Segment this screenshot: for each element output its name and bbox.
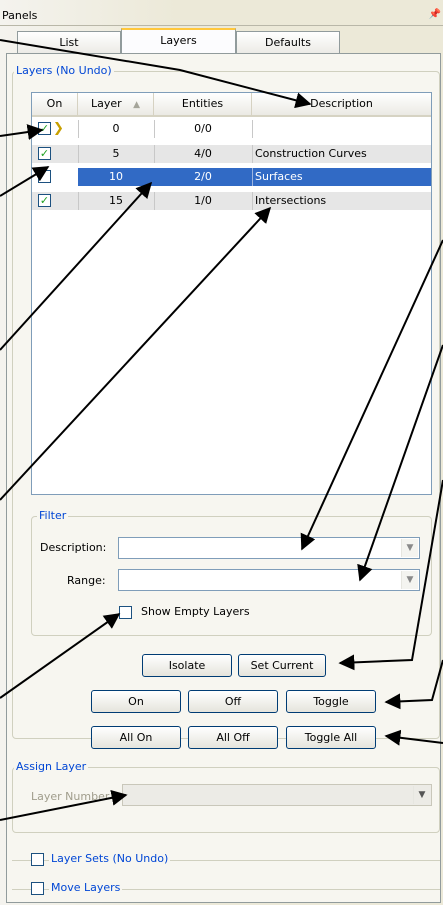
move-layers-checkbox[interactable] — [31, 882, 44, 895]
layer-on-checkbox[interactable] — [38, 170, 51, 183]
all-off-button[interactable]: All Off — [188, 726, 278, 749]
description-filter-combo[interactable]: ▼ — [118, 537, 420, 559]
table-row[interactable]: ✓ ❯ 0 0/0 — [32, 120, 431, 138]
description-cell: Surfaces — [255, 170, 303, 183]
pin-icon[interactable]: 📌 — [429, 9, 441, 20]
current-layer-icon: ❯ — [53, 121, 64, 136]
column-header-layer[interactable]: Layer ▲ — [78, 93, 154, 117]
show-empty-layers-label: Show Empty Layers — [141, 605, 250, 618]
panel-titlebar: Panels 📌 — [0, 8, 443, 26]
off-button[interactable]: Off — [188, 690, 278, 713]
table-row[interactable]: 10 2/0 Surfaces — [32, 168, 431, 186]
table-row[interactable]: ✓ 15 1/0 Intersections — [32, 192, 431, 210]
table-row[interactable]: ✓ 5 4/0 Construction Curves — [32, 145, 431, 163]
layer-cell: 0 — [112, 122, 120, 135]
assign-layer-title: Assign Layer — [14, 760, 89, 773]
tab-defaults[interactable]: Defaults — [236, 31, 340, 53]
description-cell — [252, 120, 434, 138]
on-button[interactable]: On — [91, 690, 181, 713]
description-cell: Intersections — [255, 194, 327, 207]
layer-cell: 10 — [109, 170, 123, 183]
chevron-down-icon[interactable]: ▼ — [401, 539, 418, 557]
all-on-button[interactable]: All On — [91, 726, 181, 749]
tab-list[interactable]: List — [17, 31, 121, 53]
entities-cell: 1/0 — [194, 194, 212, 207]
chevron-down-icon[interactable]: ▼ — [401, 571, 418, 589]
layer-on-checkbox[interactable]: ✓ — [38, 122, 51, 135]
layer-cell: 5 — [112, 147, 120, 160]
chevron-down-icon[interactable]: ▼ — [413, 786, 430, 804]
entities-cell: 2/0 — [194, 170, 212, 183]
move-layers-label[interactable]: Move Layers — [49, 881, 123, 894]
panel-title: Panels — [2, 9, 38, 22]
layer-on-checkbox[interactable]: ✓ — [38, 147, 51, 160]
layer-cell: 15 — [109, 194, 123, 207]
layer-number-label: Layer Number — [31, 790, 110, 803]
entities-cell: 4/0 — [194, 147, 212, 160]
layers-list[interactable]: On Layer ▲ Entities Description ✓ ❯ 0 0/… — [31, 92, 432, 495]
filter-group-title: Filter — [37, 509, 69, 522]
range-filter-label: Range: — [67, 574, 106, 587]
layer-sets-label[interactable]: Layer Sets (No Undo) — [49, 852, 171, 865]
layer-number-combo[interactable]: ▼ — [122, 784, 432, 806]
description-cell: Construction Curves — [255, 147, 367, 160]
set-current-button[interactable]: Set Current — [238, 654, 326, 677]
tab-layers[interactable]: Layers — [121, 28, 236, 53]
toggle-all-button[interactable]: Toggle All — [286, 726, 376, 749]
column-header-entities[interactable]: Entities — [154, 93, 252, 117]
toggle-button[interactable]: Toggle — [286, 690, 376, 713]
isolate-button[interactable]: Isolate — [142, 654, 232, 677]
sort-ascending-icon: ▲ — [133, 100, 141, 110]
entities-cell: 0/0 — [194, 122, 212, 135]
range-filter-combo[interactable]: ▼ — [118, 569, 420, 591]
show-empty-layers-checkbox[interactable] — [119, 606, 132, 619]
layer-sets-checkbox[interactable] — [31, 853, 44, 866]
column-header-on[interactable]: On — [32, 93, 78, 117]
layers-group-title: Layers (No Undo) — [14, 64, 114, 77]
description-filter-label: Description: — [40, 541, 107, 554]
column-header-description[interactable]: Description — [252, 93, 431, 117]
layer-on-checkbox[interactable]: ✓ — [38, 194, 51, 207]
